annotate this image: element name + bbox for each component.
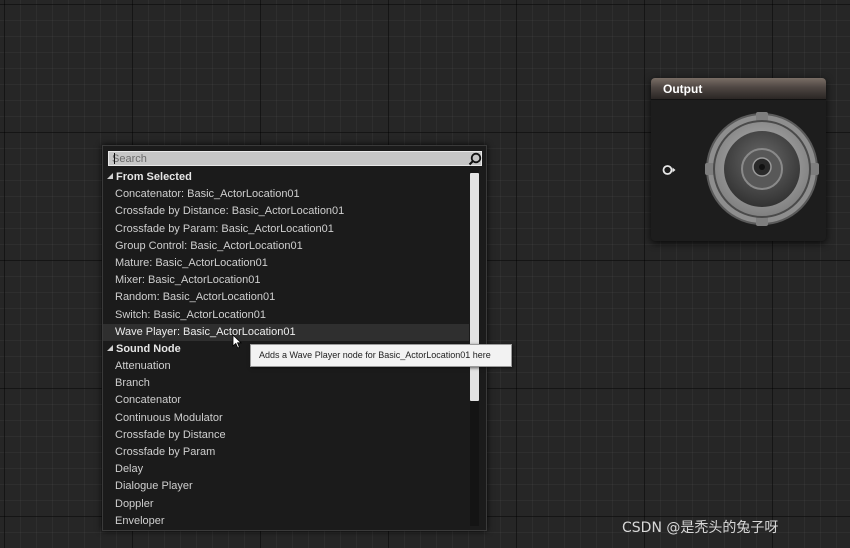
- collapse-triangle-icon[interactable]: [107, 173, 113, 179]
- action-menu[interactable]: From Selected Concatenator: Basic_ActorL…: [102, 145, 487, 531]
- category-label: From Selected: [116, 171, 192, 183]
- list-item[interactable]: Crossfade by Param: [103, 444, 469, 461]
- list-item-hovered[interactable]: Wave Player: Basic_ActorLocation01: [103, 323, 469, 341]
- tooltip: Adds a Wave Player node for Basic_ActorL…: [250, 344, 512, 367]
- list-item[interactable]: Crossfade by Distance: Basic_ActorLocati…: [103, 203, 469, 220]
- list-item[interactable]: Enveloper: [103, 513, 469, 529]
- list-item[interactable]: Concatenator: [103, 392, 469, 409]
- collapse-triangle-icon[interactable]: [107, 344, 113, 351]
- category-from-selected[interactable]: From Selected: [103, 169, 469, 186]
- list-item[interactable]: Mixer: Basic_ActorLocation01: [103, 272, 469, 289]
- list-item[interactable]: Concatenator: Basic_ActorLocation01: [103, 186, 469, 203]
- search-icon[interactable]: [468, 152, 482, 166]
- output-node[interactable]: Output: [651, 78, 826, 241]
- list-item[interactable]: Crossfade by Distance: [103, 427, 469, 444]
- list-item[interactable]: Delay: [103, 461, 469, 478]
- category-label: Sound Node: [116, 342, 181, 355]
- list-item[interactable]: Mature: Basic_ActorLocation01: [103, 255, 469, 272]
- list-item[interactable]: Random: Basic_ActorLocation01: [103, 289, 469, 306]
- list-item[interactable]: Switch: Basic_ActorLocation01: [103, 307, 469, 324]
- list-item[interactable]: Group Control: Basic_ActorLocation01: [103, 238, 469, 255]
- list-item[interactable]: Branch: [103, 375, 469, 392]
- search-box[interactable]: [108, 151, 482, 166]
- list-item[interactable]: Continuous Modulator: [103, 410, 469, 427]
- output-node-title: Output: [663, 82, 703, 96]
- watermark: CSDN @是秃头的兔子呀: [622, 520, 779, 536]
- exec-pin-icon[interactable]: [662, 164, 676, 176]
- list-item[interactable]: Crossfade by Param: Basic_ActorLocation0…: [103, 221, 469, 238]
- speaker-icon: [705, 112, 819, 226]
- text-caret: [114, 153, 115, 164]
- mouse-pointer-icon: [232, 334, 242, 349]
- tooltip-text: Adds a Wave Player node for Basic_ActorL…: [259, 350, 491, 360]
- search-input[interactable]: [112, 152, 462, 165]
- list-item[interactable]: Dialogue Player: [103, 478, 469, 495]
- list-item[interactable]: Doppler: [103, 496, 469, 513]
